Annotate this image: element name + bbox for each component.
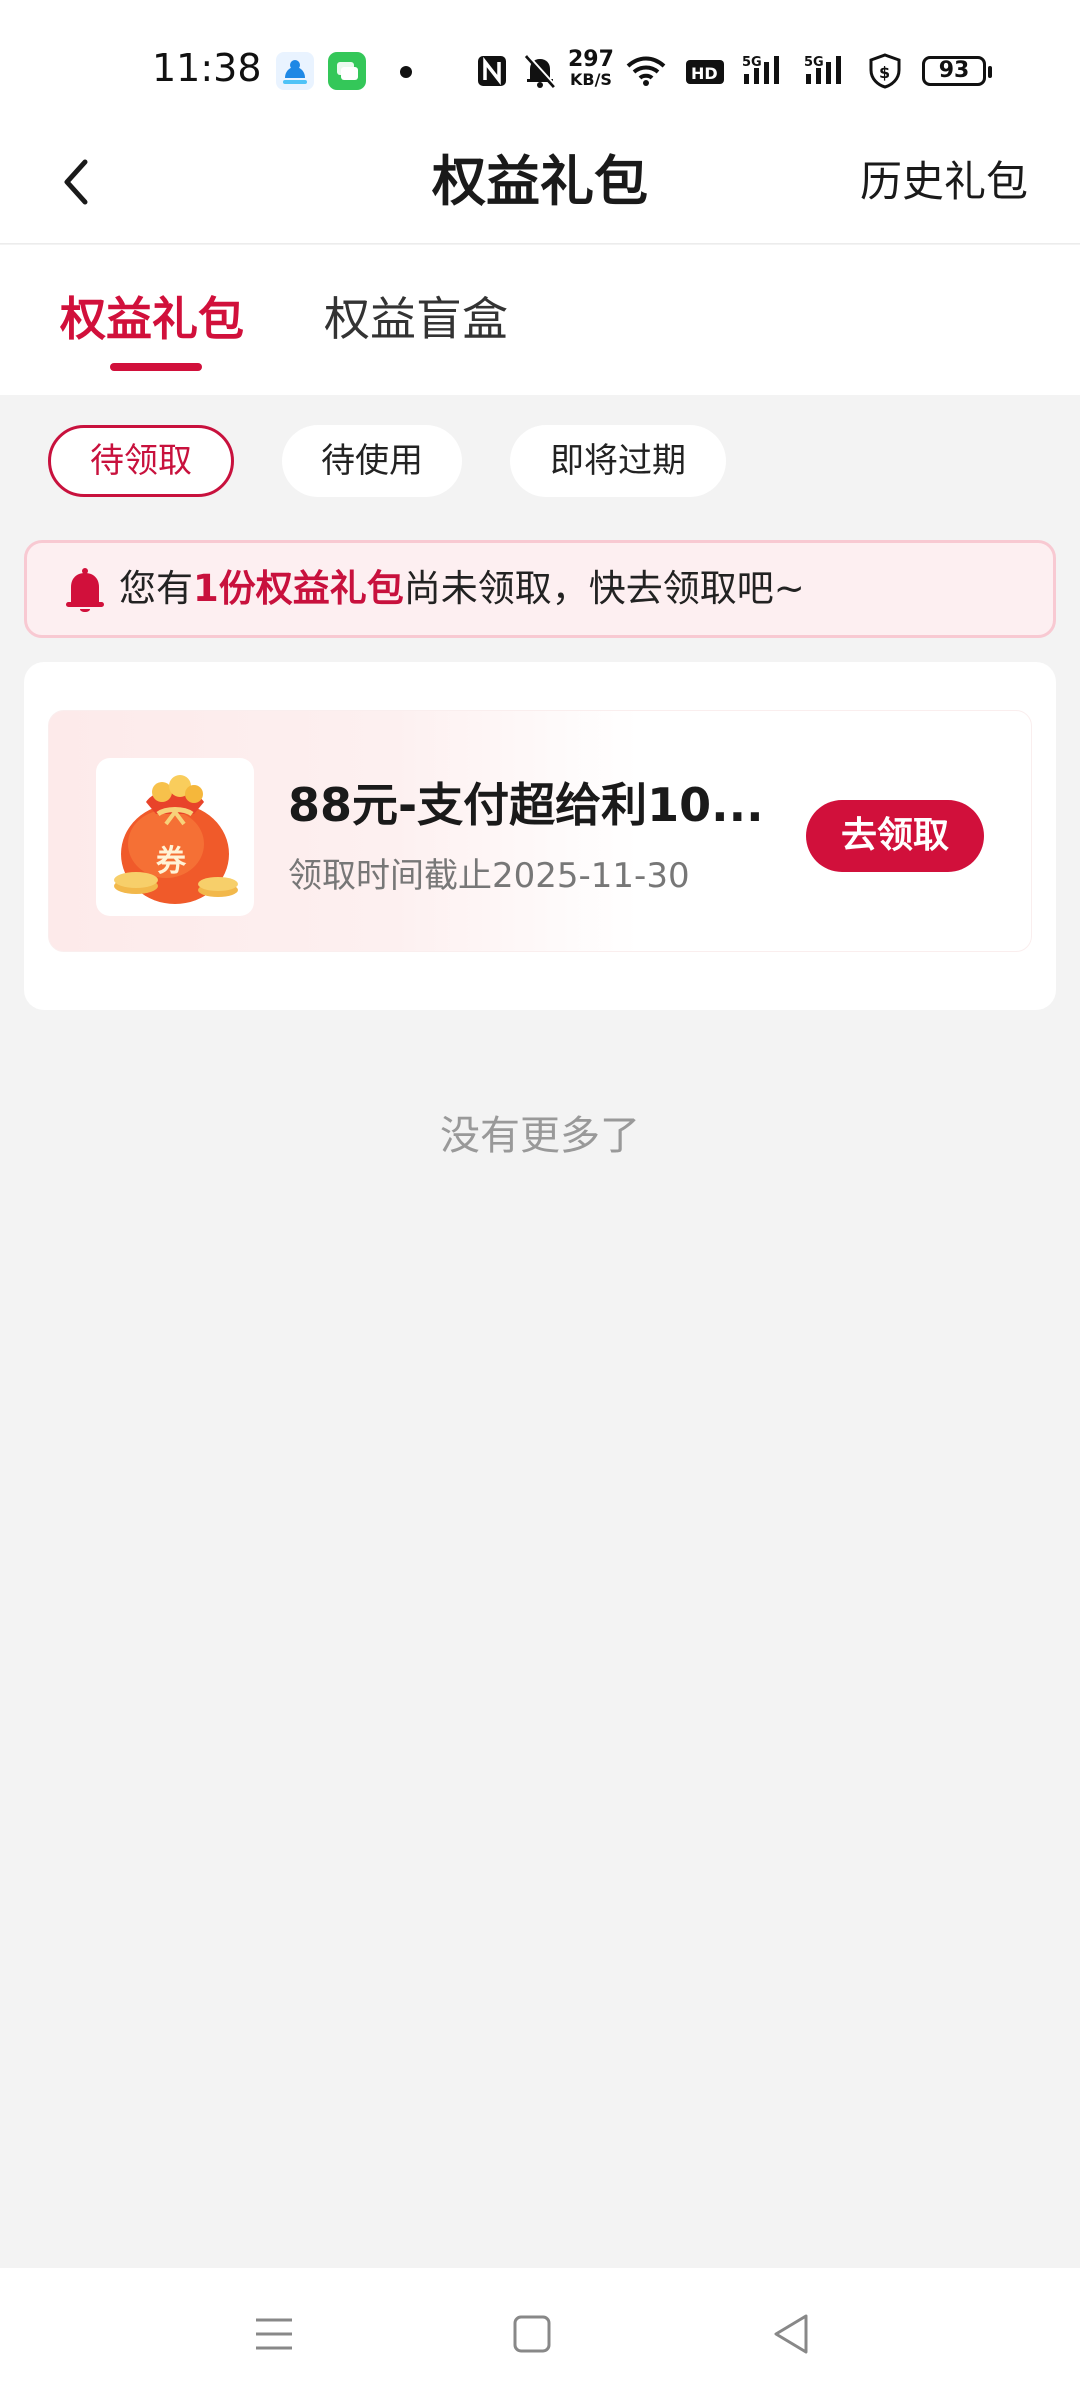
status-bar: 11:38 297 KB/S HD 5G 5G $ 93: [0, 0, 1080, 120]
back-triangle-icon[interactable]: [766, 2308, 818, 2360]
menu-icon[interactable]: [248, 2308, 300, 2360]
bell-icon: [66, 568, 104, 612]
tab-rights-gift[interactable]: 权益礼包: [60, 287, 244, 351]
signal-5g-icon: 5G: [804, 52, 854, 90]
filter-expiring-soon[interactable]: 即将过期: [510, 425, 726, 497]
svg-text:$: $: [879, 63, 890, 82]
nfc-icon: [476, 52, 508, 90]
filter-to-use[interactable]: 待使用: [282, 425, 462, 497]
header: 权益礼包 历史礼包: [0, 120, 1080, 244]
notice-suffix: 尚未领取，快去领取吧~: [403, 567, 805, 610]
notification-dot: [400, 66, 412, 78]
no-more-text: 没有更多了: [440, 1113, 640, 1159]
battery-icon: 93: [922, 56, 992, 86]
hd-icon: HD: [684, 52, 726, 90]
notice-prefix: 您有: [119, 567, 193, 610]
notice-text: 您有1份权益礼包尚未领取，快去领取吧~: [119, 543, 805, 635]
shield-dollar-icon: $: [866, 52, 904, 90]
notice-highlight: 1份权益礼包: [193, 567, 404, 610]
filter-to-claim[interactable]: 待领取: [48, 425, 234, 497]
svg-text:5G: 5G: [742, 55, 762, 70]
history-gifts-link[interactable]: 历史礼包: [860, 140, 1028, 224]
app-message-icon: [328, 52, 366, 90]
tab-rights-blindbox[interactable]: 权益盲盒: [324, 287, 508, 351]
app-cloud-icon: [276, 52, 314, 90]
svg-text:5G: 5G: [804, 55, 824, 70]
claim-button[interactable]: 去领取: [806, 800, 984, 872]
notice-banner: 您有1份权益礼包尚未领取，快去领取吧~: [24, 540, 1056, 638]
coupon-label: 券: [156, 844, 186, 879]
gift-deadline: 领取时间截止2025-11-30: [288, 856, 690, 896]
wifi-icon: [624, 52, 668, 90]
svg-text:HD: HD: [691, 64, 718, 83]
tab-bar: 权益礼包 权益盲盒: [0, 245, 1080, 395]
network-speed: 297 KB/S: [568, 47, 614, 90]
speed-value: 297: [568, 47, 614, 72]
mute-bell-icon: [522, 52, 558, 90]
gift-title: 88元-支付超给利10...: [288, 778, 764, 832]
signal-5g-icon: 5G: [742, 52, 792, 90]
status-time: 11:38: [152, 46, 262, 90]
system-nav-bar: [0, 2268, 1080, 2400]
speed-unit: KB/S: [569, 70, 612, 89]
active-tab-indicator: [110, 363, 202, 371]
home-icon[interactable]: [506, 2308, 558, 2360]
